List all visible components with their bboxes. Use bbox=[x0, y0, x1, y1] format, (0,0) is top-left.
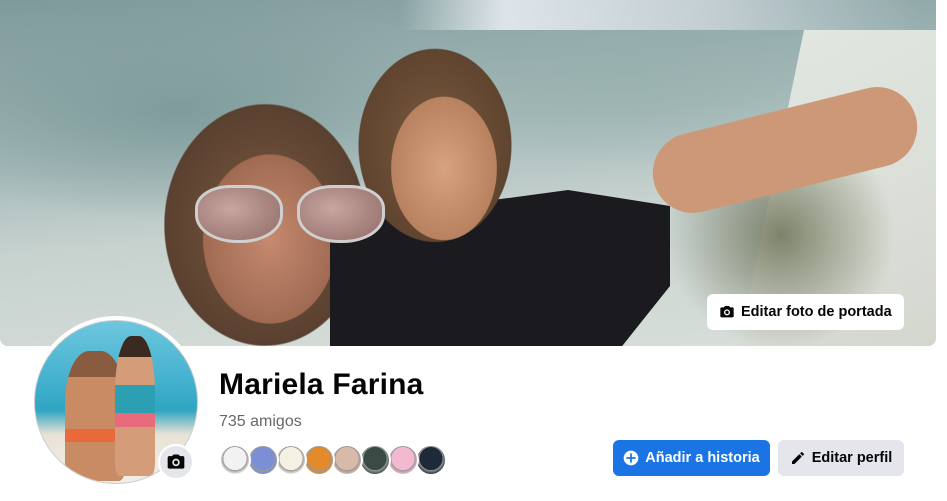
friends-count-link[interactable]: 735 amigos bbox=[219, 413, 302, 431]
pencil-icon bbox=[791, 451, 804, 464]
add-to-story-label: Añadir a historia bbox=[645, 450, 760, 466]
add-to-story-button[interactable]: Añadir a historia bbox=[613, 440, 770, 476]
friend-avatar[interactable] bbox=[359, 444, 391, 476]
friend-avatar[interactable] bbox=[303, 444, 335, 476]
friend-avatar[interactable] bbox=[275, 444, 307, 476]
camera-icon bbox=[167, 454, 185, 469]
edit-profile-button[interactable]: Editar perfil bbox=[778, 440, 904, 476]
camera-icon bbox=[720, 306, 734, 318]
friend-avatar[interactable] bbox=[219, 444, 251, 476]
profile-name: Mariela Farina bbox=[219, 368, 424, 401]
friend-avatars-list bbox=[219, 444, 447, 476]
friend-avatar[interactable] bbox=[247, 444, 279, 476]
friend-avatar[interactable] bbox=[331, 444, 363, 476]
update-avatar-button[interactable] bbox=[158, 444, 194, 480]
edit-cover-label: Editar foto de portada bbox=[741, 304, 892, 320]
cover-sunglasses bbox=[195, 185, 385, 247]
plus-circle-icon bbox=[623, 450, 639, 466]
edit-cover-photo-button[interactable]: Editar foto de portada bbox=[707, 294, 904, 330]
edit-profile-label: Editar perfil bbox=[811, 450, 893, 466]
profile-header: Editar foto de portada Mariela Farina 73… bbox=[0, 0, 947, 501]
friend-avatar[interactable] bbox=[415, 444, 447, 476]
avatar-person-girl bbox=[115, 336, 155, 476]
friend-avatar[interactable] bbox=[387, 444, 419, 476]
cover-boats bbox=[400, 0, 920, 30]
